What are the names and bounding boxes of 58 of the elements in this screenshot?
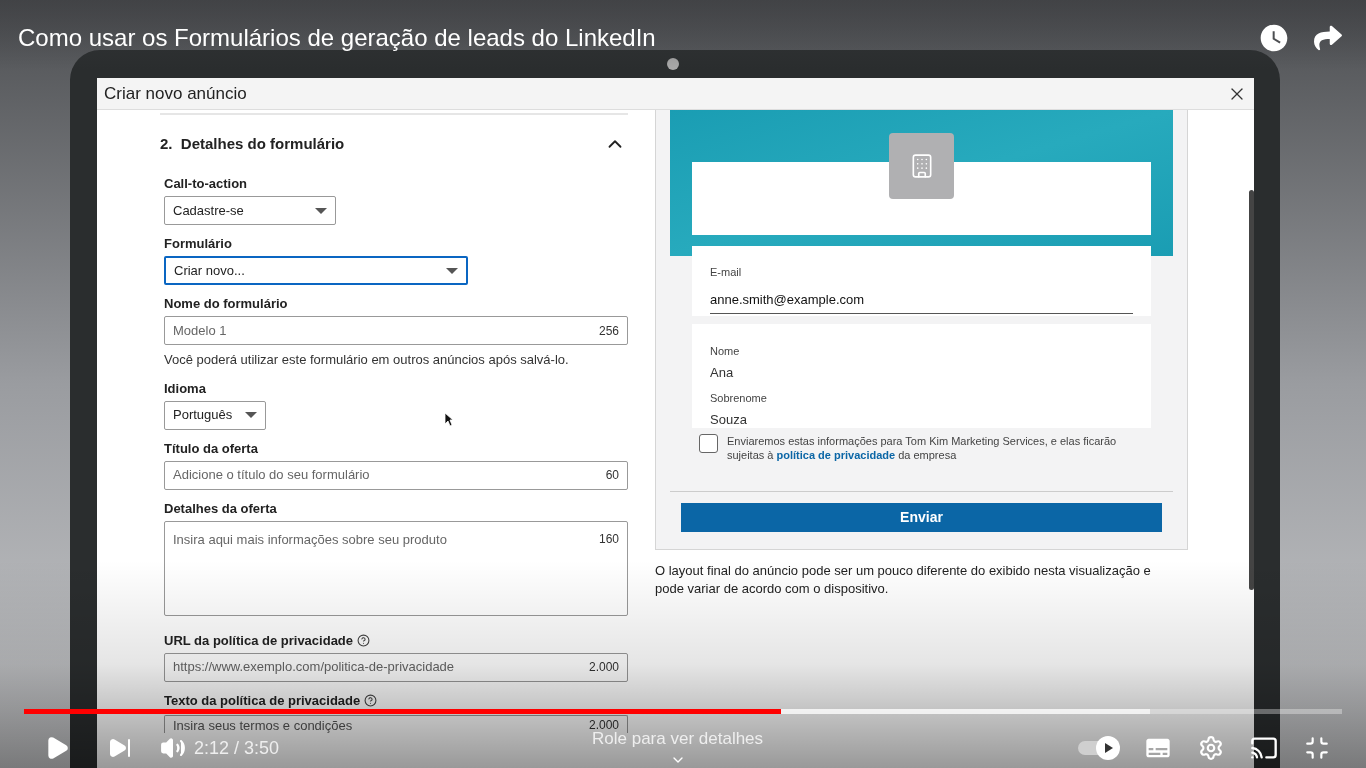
mouse-cursor-icon: [444, 412, 454, 427]
field-label: URL da política de privacidade: [164, 632, 354, 649]
autoplay-toggle[interactable]: [1076, 736, 1120, 760]
field-label: Idioma: [164, 380, 206, 397]
character-counter: 2.000: [588, 718, 619, 732]
field-label: Formulário: [164, 236, 232, 252]
dropdown[interactable]: Português: [164, 400, 266, 430]
exit-fullscreen-icon[interactable]: [1304, 735, 1330, 761]
field-label: Nome: [710, 344, 741, 359]
dropdown-value: Criar novo...: [174, 261, 245, 280]
textarea-field[interactable]: Insira seus termos e condições 2.000: [164, 714, 628, 733]
consent-text: Enviaremos estas informações para Tom Kim Marketing Services, e elas ficarão sujeitas à política de privacidade da empresa: [727, 434, 1118, 462]
scrollbar-thumb[interactable]: [1249, 190, 1254, 590]
dropdown-value: Cadastre-se: [173, 201, 244, 220]
input-field[interactable]: Modelo 1 256: [164, 316, 628, 345]
character-counter: 2.000: [588, 659, 619, 676]
character-counter: 60: [605, 467, 619, 484]
help-text: Você poderá utilizar este formulário em outros anúncios após salvá-lo.: [164, 351, 570, 369]
placeholder-text: https://www.exemplo.com/politica-de-privacidade: [173, 658, 455, 677]
consent-checkbox[interactable]: [699, 434, 718, 453]
settings-icon[interactable]: [1198, 735, 1224, 761]
character-counter: 160: [598, 530, 619, 548]
dropdown[interactable]: Cadastre-se: [164, 196, 336, 225]
placeholder-text: Adicione o título do seu formulário: [173, 466, 370, 485]
share-icon[interactable]: [1314, 24, 1342, 52]
field-label: Texto da política de privacidade: [164, 692, 361, 709]
privacy-policy-link[interactable]: política de privacidade: [776, 449, 896, 461]
character-counter: 256: [598, 322, 619, 340]
volume-icon[interactable]: [160, 735, 186, 761]
field-label: Título da oferta: [164, 440, 258, 457]
field-value[interactable]: Souza: [710, 409, 1133, 429]
time-display: 2:12 / 3:50: [194, 736, 280, 760]
caret-icon: [446, 267, 458, 274]
input-field[interactable]: https://www.exemplo.com/politica-de-privacidade 2.000: [164, 652, 628, 682]
field-label: Detalhes da oferta: [164, 500, 277, 517]
help-icon[interactable]: [364, 694, 378, 707]
dropdown-value: Português: [173, 406, 233, 425]
field-label: Call-to-action: [164, 176, 248, 192]
window-title: Criar novo anúncio: [104, 82, 247, 105]
submit-button[interactable]: Enviar: [681, 503, 1162, 532]
textarea-field[interactable]: Insira aqui mais informações sobre seu produto 160: [164, 520, 628, 616]
email-field[interactable]: anne.smith@example.com: [710, 289, 1133, 314]
placeholder-text: Modelo 1: [173, 321, 227, 340]
field-label: Nome do formulário: [164, 296, 288, 312]
field-value[interactable]: Ana: [710, 362, 1133, 382]
preview-note: O layout final do anúncio pode ser um pouco diferente do exibido nesta visualização e pode variar de acordo com o dispositivo.: [655, 562, 1152, 598]
field-label: E-mail: [710, 265, 743, 280]
placeholder-text: Insira aqui mais informações sobre seu produto: [173, 530, 447, 549]
dropdown[interactable]: Criar novo...: [164, 256, 468, 285]
field-label: Sobrenome: [710, 391, 768, 406]
skip-next-icon[interactable]: [108, 736, 132, 760]
section-title: 2. Detalhes do formulário: [160, 133, 345, 154]
placeholder-text: Insira seus termos e condições: [173, 718, 353, 732]
input-field[interactable]: Adicione o título do seu formulário 60: [164, 460, 628, 490]
caret-icon: [315, 207, 327, 214]
help-icon[interactable]: [357, 634, 371, 647]
caret-icon: [245, 412, 257, 418]
clock-icon[interactable]: [1258, 22, 1290, 54]
